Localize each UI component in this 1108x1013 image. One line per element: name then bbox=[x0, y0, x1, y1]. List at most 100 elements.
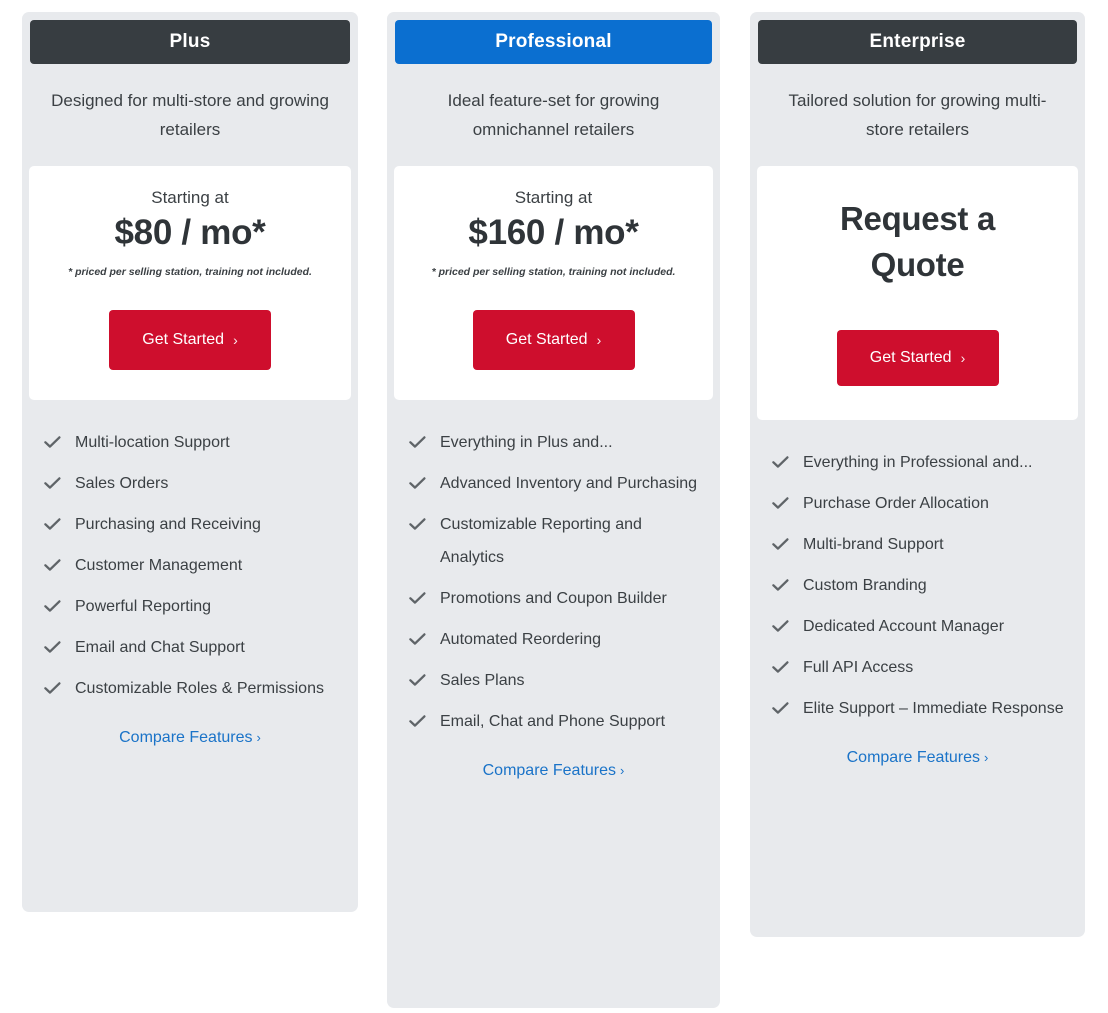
plan-name-professional: Professional bbox=[495, 31, 612, 52]
list-item: Advanced Inventory and Purchasing bbox=[409, 467, 702, 500]
list-item: Everything in Professional and... bbox=[772, 446, 1067, 479]
feature-label: Everything in Plus and... bbox=[440, 434, 613, 451]
check-icon bbox=[772, 446, 789, 479]
get-started-button-plus[interactable]: Get Started › bbox=[109, 310, 271, 370]
list-item: Custom Branding bbox=[772, 569, 1067, 602]
plan-header-enterprise: Enterprise bbox=[758, 20, 1077, 64]
list-item: Email, Chat and Phone Support bbox=[409, 705, 702, 738]
request-quote-title: Request a Quote bbox=[839, 200, 996, 283]
check-icon bbox=[44, 590, 61, 623]
price-amount-plus: $80 / mo* bbox=[114, 213, 266, 252]
list-item: Sales Plans bbox=[409, 664, 702, 697]
list-item: Full API Access bbox=[772, 651, 1067, 684]
check-icon bbox=[772, 487, 789, 520]
chevron-right-icon: › bbox=[596, 332, 602, 348]
feature-label: Email and Chat Support bbox=[75, 639, 245, 656]
chevron-right-icon: › bbox=[256, 730, 261, 745]
plan-card-professional: Professional Ideal feature-set for growi… bbox=[387, 12, 720, 1008]
feature-label: Sales Orders bbox=[75, 475, 169, 492]
pricing-plans-container: Plus Designed for multi-store and growin… bbox=[0, 0, 1108, 1013]
check-icon bbox=[44, 631, 61, 664]
list-item: Purchase Order Allocation bbox=[772, 487, 1067, 520]
chevron-right-icon: › bbox=[233, 332, 238, 348]
check-icon bbox=[44, 467, 61, 500]
price-note-professional: * priced per selling station, training n… bbox=[431, 266, 676, 278]
feature-label: Customizable Roles & Permissions bbox=[75, 680, 324, 697]
list-item: Automated Reordering bbox=[409, 623, 702, 656]
list-item: Powerful Reporting bbox=[44, 590, 340, 623]
check-icon bbox=[409, 508, 426, 541]
check-icon bbox=[409, 426, 426, 459]
check-icon bbox=[44, 549, 61, 582]
feature-label: Sales Plans bbox=[440, 672, 525, 689]
quote-box-enterprise: Request a Quote Get Started › bbox=[757, 166, 1078, 420]
list-item: Purchasing and Receiving bbox=[44, 508, 340, 541]
check-icon bbox=[44, 426, 61, 459]
plan-tagline-plus: Designed for multi-store and growing ret… bbox=[51, 91, 329, 139]
plan-name-plus: Plus bbox=[169, 31, 211, 52]
list-item: Everything in Plus and... bbox=[409, 426, 702, 459]
compare-features-link-enterprise[interactable]: Compare Features › bbox=[750, 749, 1085, 767]
list-item: Promotions and Coupon Builder bbox=[409, 582, 702, 615]
compare-features-label: Compare Features bbox=[846, 749, 981, 766]
check-icon bbox=[44, 672, 61, 705]
check-icon bbox=[409, 623, 426, 656]
plan-name-enterprise: Enterprise bbox=[869, 31, 966, 52]
feature-label: Custom Branding bbox=[803, 577, 927, 594]
feature-label: Everything in Professional and... bbox=[803, 454, 1033, 471]
list-item: Dedicated Account Manager bbox=[772, 610, 1067, 643]
check-icon bbox=[772, 610, 789, 643]
price-amount-professional: $160 / mo* bbox=[468, 213, 639, 252]
feature-label: Customer Management bbox=[75, 557, 243, 574]
list-item: Multi-brand Support bbox=[772, 528, 1067, 561]
plan-header-plus: Plus bbox=[30, 20, 350, 64]
list-item: Email and Chat Support bbox=[44, 631, 340, 664]
get-started-label-professional: Get Started bbox=[505, 331, 588, 348]
starting-at-label-plus: Starting at bbox=[151, 188, 229, 207]
feature-label: Advanced Inventory and Purchasing bbox=[440, 475, 698, 492]
feature-label: Purchase Order Allocation bbox=[803, 495, 989, 512]
plan-tagline-enterprise: Tailored solution for growing multi-stor… bbox=[788, 91, 1047, 139]
feature-label: Dedicated Account Manager bbox=[803, 618, 1005, 635]
plan-card-enterprise: Enterprise Tailored solution for growing… bbox=[750, 12, 1085, 937]
feature-label: Automated Reordering bbox=[440, 631, 601, 648]
check-icon bbox=[409, 582, 426, 615]
check-icon bbox=[409, 467, 426, 500]
list-item: Sales Orders bbox=[44, 467, 340, 500]
check-icon bbox=[772, 651, 789, 684]
chevron-right-icon: › bbox=[620, 763, 625, 778]
chevron-right-icon: › bbox=[984, 750, 989, 765]
get-started-button-enterprise[interactable]: Get Started › bbox=[836, 330, 999, 386]
feature-list-professional: Everything in Plus and... Advanced Inven… bbox=[387, 426, 720, 738]
compare-features-label: Compare Features bbox=[482, 762, 617, 779]
feature-label: Purchasing and Receiving bbox=[75, 516, 261, 533]
plan-tagline-professional: Ideal feature-set for growing omnichanne… bbox=[447, 91, 660, 139]
chevron-right-icon: › bbox=[960, 350, 966, 366]
price-box-plus: Starting at $80 / mo* * priced per selli… bbox=[29, 166, 351, 400]
check-icon bbox=[772, 528, 789, 561]
feature-list-plus: Multi-location Support Sales Orders Purc… bbox=[22, 426, 358, 705]
list-item: Customizable Reporting and Analytics bbox=[409, 508, 702, 574]
feature-label: Email, Chat and Phone Support bbox=[440, 713, 666, 730]
price-box-professional: Starting at $160 / mo* * priced per sell… bbox=[394, 166, 713, 400]
feature-label: Full API Access bbox=[803, 659, 914, 676]
get-started-label-enterprise: Get Started bbox=[869, 349, 952, 366]
feature-label: Multi-location Support bbox=[75, 434, 230, 451]
get-started-button-professional[interactable]: Get Started › bbox=[472, 310, 635, 370]
feature-label: Multi-brand Support bbox=[803, 536, 944, 553]
list-item: Customer Management bbox=[44, 549, 340, 582]
plan-card-plus: Plus Designed for multi-store and growin… bbox=[22, 12, 358, 912]
get-started-label-plus: Get Started bbox=[142, 331, 225, 348]
list-item: Customizable Roles & Permissions bbox=[44, 672, 340, 705]
plan-header-professional: Professional bbox=[395, 20, 712, 64]
compare-features-link-professional[interactable]: Compare Features › bbox=[387, 762, 720, 780]
list-item: Elite Support – Immediate Response bbox=[772, 692, 1067, 725]
check-icon bbox=[772, 692, 789, 725]
check-icon bbox=[409, 705, 426, 738]
feature-label: Elite Support – Immediate Response bbox=[803, 700, 1064, 717]
feature-list-enterprise: Everything in Professional and... Purcha… bbox=[750, 446, 1085, 725]
starting-at-label-professional: Starting at bbox=[514, 188, 593, 207]
check-icon bbox=[772, 569, 789, 602]
feature-label: Customizable Reporting and Analytics bbox=[440, 516, 642, 566]
compare-features-link-plus[interactable]: Compare Features › bbox=[22, 729, 358, 747]
